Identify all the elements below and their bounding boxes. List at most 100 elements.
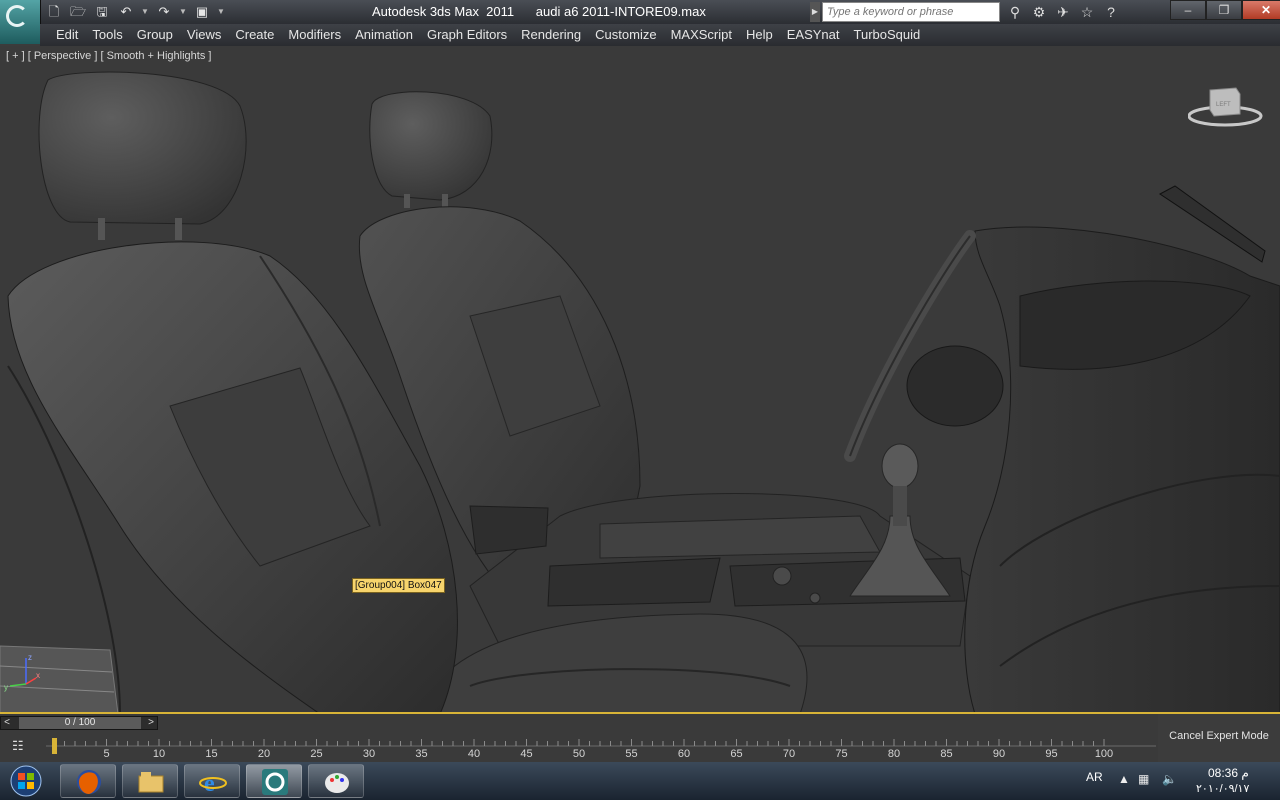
help-icon[interactable]: ? — [1102, 2, 1120, 22]
viewcube-face-label: LEFT — [1216, 102, 1231, 108]
menu-animation[interactable]: Animation — [348, 24, 420, 46]
trackbar-tick-label: 100 — [1095, 748, 1113, 760]
show-hidden-icons-icon[interactable]: ▲ — [1118, 772, 1130, 786]
curve-editor-mini-icon[interactable]: ☷ — [12, 738, 30, 754]
system-tray: AR ▲ ▦ 🔈 08:36 م ٢٠١٠/٠٩/١٧ — [1080, 762, 1280, 800]
app-menu-button[interactable] — [0, 0, 41, 44]
trackbar-tick-label: 55 — [625, 748, 637, 760]
info-center-tools: ⚲ ⚙ ✈ ☆ ? — [1006, 2, 1120, 22]
paint-icon — [325, 773, 349, 793]
perspective-viewport[interactable]: [ + ] [ Perspective ] [ Smooth + Highlig… — [0, 46, 1280, 714]
trackbar-tick-label: 95 — [1045, 748, 1057, 760]
axis-x-label: x — [36, 671, 40, 680]
language-indicator[interactable]: AR — [1086, 770, 1103, 784]
trackbar-tick-label: 65 — [730, 748, 742, 760]
binoculars-icon[interactable]: ⚲ — [1006, 2, 1024, 22]
trackbar-tick-label: 40 — [468, 748, 480, 760]
next-frame-icon[interactable]: > — [145, 716, 157, 730]
firefox-icon — [77, 770, 101, 794]
menu-easynat[interactable]: EASYnat — [780, 24, 847, 46]
trackbar-tick-label: 50 — [573, 748, 585, 760]
trackbar-tick-label: 60 — [678, 748, 690, 760]
project-folder-icon[interactable]: ▣ — [192, 3, 212, 21]
menu-tools[interactable]: Tools — [85, 24, 129, 46]
prev-frame-icon[interactable]: < — [1, 716, 13, 730]
taskbar-3ds-max[interactable] — [246, 764, 302, 798]
object-tooltip: [Group004] Box047 — [352, 578, 445, 593]
menu-views[interactable]: Views — [180, 24, 228, 46]
favorites-star-icon[interactable]: ☆ — [1078, 2, 1096, 22]
trackbar-tick-label: 80 — [888, 748, 900, 760]
time-slider[interactable]: < 0 / 100 > — [0, 716, 158, 730]
car-interior-scene[interactable] — [0, 46, 1280, 714]
window-title: Autodesk 3ds Max 2011 audi a6 2011-INTOR… — [372, 4, 706, 19]
window-controls: – ❐ ✕ — [1170, 0, 1280, 20]
menu-maxscript[interactable]: MAXScript — [664, 24, 739, 46]
timeline-panel: < 0 / 100 > ☷ 5 10 15 20 25 30 35 40 45 50 55 60 65 7… — [0, 714, 1280, 762]
trackbar-tick-label: 85 — [940, 748, 952, 760]
trackbar-tick-label: 35 — [415, 748, 427, 760]
menu-customize[interactable]: Customize — [588, 24, 663, 46]
communication-center-icon[interactable]: ⚙ — [1030, 2, 1048, 22]
menu-rendering[interactable]: Rendering — [514, 24, 588, 46]
search-input[interactable] — [822, 2, 1000, 22]
network-icon[interactable]: ▦ — [1138, 772, 1149, 786]
trackbar-tick-label: 30 — [363, 748, 375, 760]
new-file-icon[interactable]: 🗋 — [44, 3, 64, 21]
internet-explorer-icon: e — [199, 771, 227, 796]
redo-icon[interactable]: ↷ — [154, 3, 174, 21]
windows-taskbar: e AR ▲ ▦ 🔈 08:36 م ٢٠١٠/٠٩/١٧ — [0, 762, 1280, 800]
cancel-expert-mode-button[interactable]: Cancel Expert Mode — [1158, 714, 1280, 762]
viewcube-icon[interactable]: LEFT — [1188, 84, 1264, 130]
taskbar-explorer[interactable] — [122, 764, 178, 798]
viewport-label[interactable]: [ + ] [ Perspective ] [ Smooth + Highlig… — [6, 50, 211, 62]
3ds-max-icon — [262, 769, 288, 795]
undo-dropdown-icon[interactable]: ▼ — [140, 3, 150, 21]
menu-group[interactable]: Group — [130, 24, 180, 46]
menu-edit[interactable]: Edit — [40, 24, 85, 46]
menu-create[interactable]: Create — [228, 24, 281, 46]
title-bar: 🗋 🗁 🖫 ↶ ▼ ↷ ▼ ▣ ▼ Autodesk 3ds Max 2011 … — [0, 0, 1280, 24]
close-button[interactable]: ✕ — [1242, 0, 1280, 20]
trackbar-tick-label: 20 — [258, 748, 270, 760]
axis-z-label: z — [28, 653, 32, 662]
minimize-button[interactable]: – — [1170, 0, 1206, 20]
taskbar-internet-explorer[interactable]: e — [184, 764, 240, 798]
trackbar-tick-label: 45 — [520, 748, 532, 760]
redo-dropdown-icon[interactable]: ▼ — [178, 3, 188, 21]
axis-y-label: y — [4, 683, 8, 692]
menu-graph-editors[interactable]: Graph Editors — [420, 24, 514, 46]
save-icon[interactable]: 🖫 — [92, 3, 112, 21]
menu-help[interactable]: Help — [739, 24, 780, 46]
qa-customize-icon[interactable]: ▼ — [216, 3, 226, 21]
start-button[interactable] — [6, 764, 46, 798]
3ds-max-logo-icon — [6, 5, 28, 27]
trackbar-tick-label: 90 — [993, 748, 1005, 760]
taskbar-paint[interactable] — [308, 764, 364, 798]
trackbar-tick-label: 70 — [783, 748, 795, 760]
menu-bar: Edit Tools Group Views Create Modifiers … — [40, 24, 1280, 46]
trackbar-tick-label: 75 — [835, 748, 847, 760]
menu-modifiers[interactable]: Modifiers — [281, 24, 348, 46]
current-frame-marker[interactable] — [52, 738, 57, 754]
menu-turbosquid[interactable]: TurboSquid — [847, 24, 928, 46]
svg-text:e: e — [204, 771, 215, 796]
clock-date[interactable]: ٢٠١٠/٠٩/١٧ — [1196, 782, 1249, 795]
axis-tripod-icon: z x y — [4, 653, 40, 692]
subscription-icon[interactable]: ✈ — [1054, 2, 1072, 22]
quick-access-toolbar: 🗋 🗁 🖫 ↶ ▼ ↷ ▼ ▣ ▼ — [44, 2, 226, 22]
trackbar-tick-label: 25 — [310, 748, 322, 760]
taskbar-firefox[interactable] — [60, 764, 116, 798]
clock-time[interactable]: 08:36 م — [1208, 766, 1249, 780]
trackbar-tick-label: 5 — [103, 748, 109, 760]
trackbar-tick-label: 15 — [205, 748, 217, 760]
windows-explorer-icon — [138, 772, 164, 793]
trackbar[interactable]: 5 10 15 20 25 30 35 40 45 50 55 60 65 70 75 80 85 90 95 100 — [46, 736, 1156, 760]
undo-icon[interactable]: ↶ — [116, 3, 136, 21]
search-expand-icon[interactable]: ▶ — [810, 2, 820, 22]
trackbar-tick-label: 10 — [153, 748, 165, 760]
time-slider-value[interactable]: 0 / 100 — [19, 717, 141, 729]
volume-icon[interactable]: 🔈 — [1162, 772, 1177, 786]
restore-button[interactable]: ❐ — [1206, 0, 1242, 20]
open-file-icon[interactable]: 🗁 — [68, 3, 88, 21]
